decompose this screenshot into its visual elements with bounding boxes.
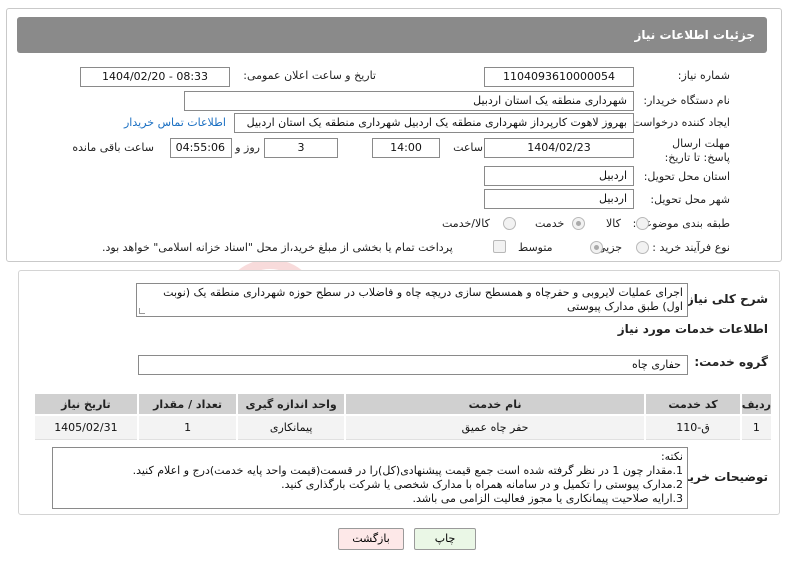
time-remaining-label: ساعت باقی مانده <box>72 141 154 154</box>
summary-textarea[interactable]: اجرای عملیات لایروبی و حفرچاه و همسطح سا… <box>136 283 688 317</box>
requester-label: ایجاد کننده درخواست: <box>628 116 730 129</box>
col-name-header: نام خدمت <box>343 392 647 416</box>
requester-field: بهروز لاهوت کارپرداز شهرداری منطقه یک ار… <box>234 113 634 133</box>
note-line: 2.مدارک پیوستی را تکمیل و در سامانه همرا… <box>281 478 683 491</box>
print-button[interactable]: چاپ <box>414 528 476 550</box>
treasury-payment-note: پرداخت تمام یا بخشی از مبلغ خرید،از محل … <box>102 241 453 254</box>
cell-date: 1405/02/31 <box>33 414 139 440</box>
col-date-header: تاریخ نیاز <box>33 392 139 416</box>
cell-unit: پیمانکاری <box>236 414 346 440</box>
note-line: 1.مقدار چون 1 در نظر گرفته شده است جمع ق… <box>132 464 683 477</box>
deadline-label: مهلت ارسال پاسخ: تا تاریخ: <box>664 137 730 164</box>
summary-text: اجرای عملیات لایروبی و حفرچاه و همسطح سا… <box>163 286 683 313</box>
days-remaining-field: 3 <box>264 138 338 158</box>
col-row-header: ردیف <box>739 392 774 416</box>
deadline-time-label: ساعت <box>453 141 483 154</box>
buyer-org-field: شهرداری منطقه یک استان اردبیل <box>184 91 634 111</box>
category-service-radio[interactable] <box>572 217 585 230</box>
province-label: استان محل تحویل: <box>643 170 730 183</box>
deadline-date-field: 1404/02/23 <box>484 138 634 158</box>
summary-label: شرح کلی نیاز: <box>682 292 768 306</box>
service-group-label: گروه خدمت: <box>694 355 768 369</box>
cell-code: ق-110 <box>644 414 742 440</box>
buyer-contact-link[interactable]: اطلاعات تماس خریدار <box>124 116 226 129</box>
need-number-field: 1104093610000054 <box>484 67 634 87</box>
announce-datetime-field: 1404/02/20 - 08:33 <box>80 67 230 87</box>
city-label: شهر محل تحویل: <box>650 193 730 206</box>
back-button[interactable]: بازگشت <box>338 528 404 550</box>
panel-title: جزئیات اطلاعات نیاز <box>17 17 767 53</box>
city-field: اردبیل <box>484 189 634 209</box>
process-medium-label: متوسط <box>518 241 553 254</box>
col-qty-header: تعداد / مقدار <box>136 392 239 416</box>
resize-grip-icon[interactable] <box>139 308 145 314</box>
category-goods-label: کالا <box>606 217 621 230</box>
service-group-field: حفاری چاه <box>138 355 688 375</box>
note-line: 3.ارایه صلاحیت پیمانکاری یا مجوز فعالیت … <box>412 492 683 505</box>
buyer-org-label: نام دستگاه خریدار: <box>643 94 730 107</box>
process-minor-radio[interactable] <box>636 241 649 254</box>
cell-row: 1 <box>739 414 774 440</box>
table-row: 1 ق-110 حفر چاه عمیق پیمانکاری 1 1405/02… <box>33 414 774 440</box>
col-unit-header: واحد اندازه گیری <box>236 392 346 416</box>
note-line: نکته: <box>660 450 683 463</box>
category-goods-service-label: کالا/خدمت <box>442 217 490 230</box>
col-code-header: کد خدمت <box>644 392 742 416</box>
category-goods-service-radio[interactable] <box>503 217 516 230</box>
need-number-label: شماره نیاز: <box>677 69 730 82</box>
process-type-label: نوع فرآیند خرید : <box>652 241 730 254</box>
province-field: اردبیل <box>484 166 634 186</box>
category-service-label: خدمت <box>535 217 565 230</box>
buyer-notes-textarea[interactable]: نکته: 1.مقدار چون 1 در نظر گرفته شده است… <box>52 447 688 509</box>
days-label: روز و <box>235 141 260 154</box>
cell-qty: 1 <box>136 414 239 440</box>
process-medium-radio[interactable] <box>590 241 603 254</box>
announce-datetime-label: تاریخ و ساعت اعلان عمومی: <box>243 69 376 82</box>
cell-name: حفر چاه عمیق <box>343 414 647 440</box>
treasury-payment-checkbox[interactable] <box>493 240 506 253</box>
services-table: ردیف کد خدمت نام خدمت واحد اندازه گیری ت… <box>33 392 774 440</box>
deadline-time-field: 14:00 <box>372 138 440 158</box>
services-heading: اطلاعات خدمات مورد نیاز <box>617 322 768 336</box>
category-goods-radio[interactable] <box>636 217 649 230</box>
time-remaining-field: 04:55:06 <box>170 138 232 158</box>
